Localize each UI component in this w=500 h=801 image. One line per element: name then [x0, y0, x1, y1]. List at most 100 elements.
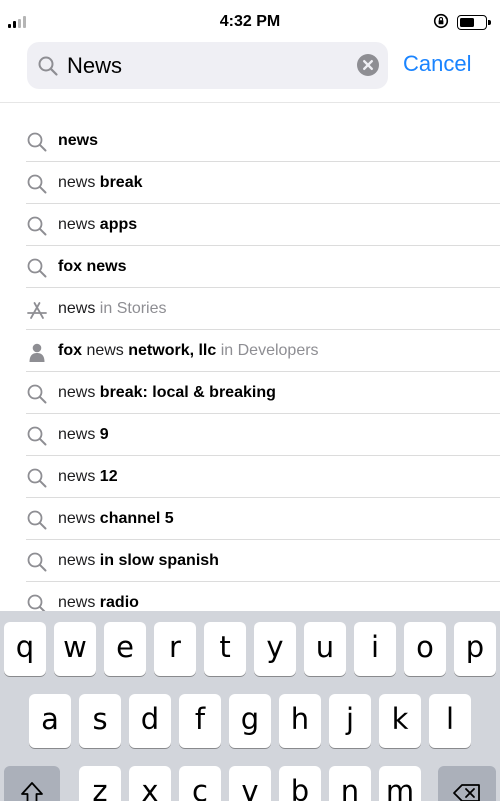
suggestion-item[interactable]: news channel 5 — [0, 498, 500, 540]
suggestion-text-part: news — [58, 510, 100, 527]
suggestion-text: news apps — [58, 204, 137, 246]
suggestion-item[interactable]: news in slow spanish — [0, 540, 500, 582]
key-n[interactable]: n — [329, 766, 371, 801]
search-icon — [27, 510, 47, 530]
suggestion-text: news break — [58, 162, 143, 204]
key-j[interactable]: j — [329, 694, 371, 748]
suggestion-text: news 12 — [58, 456, 118, 498]
suggestion-text-part: news — [86, 342, 129, 359]
suggestion-text-part: news — [58, 594, 100, 611]
suggestion-text-part: news — [58, 552, 100, 569]
suggestion-text-part: channel 5 — [99, 510, 174, 527]
suggestion-item[interactable]: news break — [0, 162, 500, 204]
suggestion-text-part: apps — [99, 216, 138, 233]
suggestion-item[interactable]: news break: local & breaking — [0, 372, 500, 414]
key-x[interactable]: x — [129, 766, 171, 801]
suggestion-text-part: radio — [99, 594, 139, 611]
suggestion-item[interactable]: fox news network, llc in Developers — [0, 330, 500, 372]
suggestion-item[interactable]: news 12 — [0, 456, 500, 498]
search-icon — [27, 132, 47, 152]
search-icon — [38, 56, 58, 76]
key-z[interactable]: z — [79, 766, 121, 801]
key-p[interactable]: p — [454, 622, 496, 676]
suggestion-text: news in slow spanish — [58, 540, 219, 582]
key-f[interactable]: f — [179, 694, 221, 748]
suggestion-text-part: news — [58, 216, 100, 233]
key-y[interactable]: y — [254, 622, 296, 676]
key-m[interactable]: m — [379, 766, 421, 801]
suggestion-item[interactable]: news in Stories — [0, 288, 500, 330]
developer-icon — [29, 343, 45, 362]
key-g[interactable]: g — [229, 694, 271, 748]
suggestion-text: news break: local & breaking — [58, 372, 276, 414]
key-q[interactable]: q — [4, 622, 46, 676]
key-b[interactable]: b — [279, 766, 321, 801]
suggestion-item[interactable]: news — [0, 120, 500, 162]
suggestion-item[interactable]: news apps — [0, 204, 500, 246]
keyboard: qwertyuiop asdfghjkl zxcvbnm — [0, 611, 500, 801]
key-d[interactable]: d — [129, 694, 171, 748]
suggestion-text-part: news — [58, 468, 100, 485]
suggestion-text-part: news — [58, 426, 100, 443]
key-o[interactable]: o — [404, 622, 446, 676]
suggestion-text: news in Stories — [58, 288, 167, 330]
key-k[interactable]: k — [379, 694, 421, 748]
suggestion-text: news 9 — [58, 414, 109, 456]
suggestion-text-part: fox news — [58, 258, 127, 275]
suggestion-text-part: break: local & breaking — [99, 384, 276, 401]
search-icon — [27, 216, 47, 236]
key-l[interactable]: l — [429, 694, 471, 748]
clear-icon — [362, 59, 374, 71]
status-time: 4:32 PM — [219, 13, 281, 30]
suggestion-text: news channel 5 — [58, 498, 174, 540]
key-u[interactable]: u — [304, 622, 346, 676]
status-bar: 4:32 PM — [0, 0, 500, 44]
key-t[interactable]: t — [204, 622, 246, 676]
suggestion-text-part: news — [58, 174, 100, 191]
shift-icon — [21, 782, 43, 801]
suggestion-text-part: network, llc — [128, 342, 217, 359]
key-r[interactable]: r — [154, 622, 196, 676]
search-icon — [27, 426, 47, 446]
key-a[interactable]: a — [29, 694, 71, 748]
search-icon — [27, 552, 47, 572]
suggestion-text-part: 9 — [99, 426, 109, 443]
shift-key[interactable] — [4, 766, 60, 801]
battery-nub — [488, 20, 491, 25]
suggestion-text: fox news network, llc in Developers — [58, 330, 319, 372]
suggestion-text: fox news — [58, 246, 126, 288]
orientation-lock-icon — [433, 13, 449, 29]
suggestion-text-part: news — [58, 300, 96, 317]
key-v[interactable]: v — [229, 766, 271, 801]
key-i[interactable]: i — [354, 622, 396, 676]
suggestion-scope: in Developers — [216, 342, 319, 359]
suggestion-list: news news break news apps fox news news in S… — [0, 120, 500, 624]
app-store-icon — [27, 302, 47, 319]
suggestion-text-part: in slow spanish — [99, 552, 219, 569]
suggestion-text-part: news — [58, 132, 99, 149]
key-h[interactable]: h — [279, 694, 321, 748]
key-e[interactable]: e — [104, 622, 146, 676]
key-c[interactable]: c — [179, 766, 221, 801]
delete-icon — [453, 784, 480, 801]
suggestion-item[interactable]: news 9 — [0, 414, 500, 456]
search-icon — [27, 258, 47, 278]
search-field[interactable]: News — [27, 42, 388, 89]
search-input[interactable]: News — [67, 42, 122, 89]
search-icon — [27, 384, 47, 404]
delete-key[interactable] — [438, 766, 496, 801]
battery-icon — [457, 15, 491, 30]
clear-button[interactable] — [357, 54, 379, 76]
key-w[interactable]: w — [54, 622, 96, 676]
suggestion-text-part: 12 — [99, 468, 118, 485]
suggestion-item[interactable]: fox news — [0, 246, 500, 288]
suggestion-text-part: fox — [58, 342, 87, 359]
suggestion-text-part: news — [58, 384, 100, 401]
header-divider — [0, 102, 500, 103]
battery-level — [460, 18, 474, 27]
suggestion-text: news — [58, 120, 98, 162]
cancel-button[interactable]: Cancel — [403, 51, 471, 77]
suggestion-scope: in Stories — [95, 300, 167, 317]
key-s[interactable]: s — [79, 694, 121, 748]
search-icon — [27, 174, 47, 194]
